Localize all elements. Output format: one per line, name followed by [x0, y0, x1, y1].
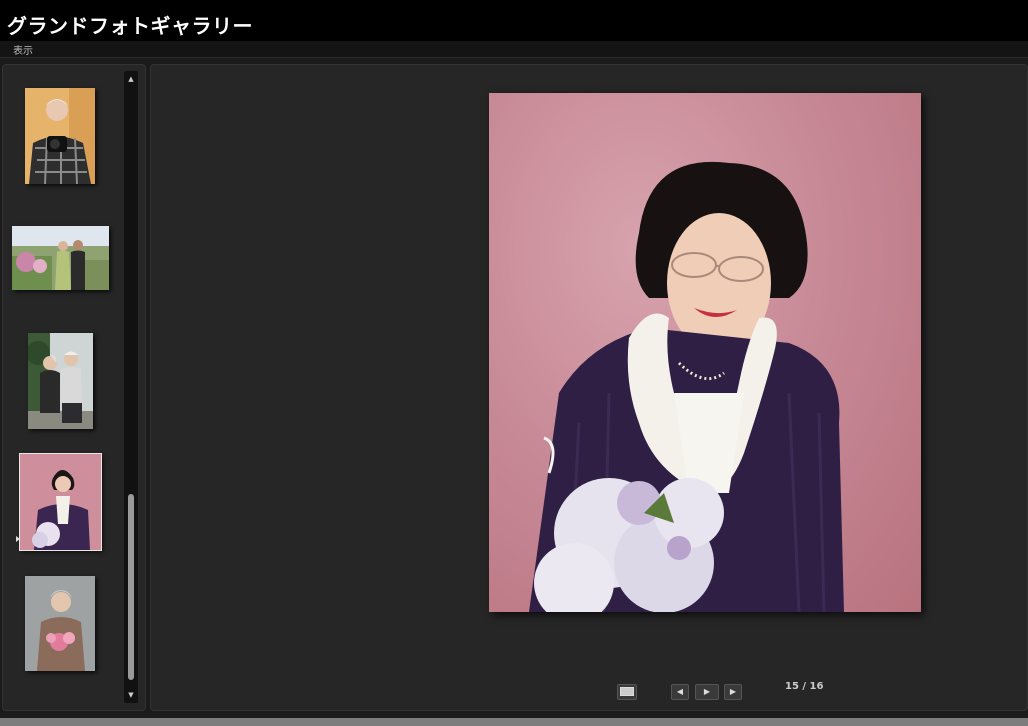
menu-item-view[interactable]: 表示	[13, 42, 33, 57]
scrollbar-thumb[interactable]	[128, 494, 134, 680]
next-icon: ▶	[729, 687, 737, 696]
thumbnail-4-selected[interactable]	[19, 453, 102, 551]
thumbnail-scrollbar[interactable]: ▲ ▼	[124, 71, 138, 703]
selection-marker-icon	[16, 536, 20, 542]
main-viewer: ◀ ▶ ▶ 15 / 16	[150, 64, 1028, 711]
main-photo	[489, 93, 921, 612]
fullscreen-icon	[620, 687, 634, 696]
prev-button[interactable]: ◀	[671, 684, 689, 700]
thumbnail-1[interactable]	[25, 88, 95, 185]
thumbnail-5[interactable]	[25, 576, 95, 671]
app-title: グランドフォトギャラリー	[7, 14, 253, 38]
title-bar: グランドフォトギャラリー	[0, 0, 1028, 41]
scroll-down-icon[interactable]: ▼	[125, 689, 137, 701]
scroll-up-icon[interactable]: ▲	[125, 73, 137, 85]
fullscreen-button[interactable]	[617, 684, 637, 700]
prev-icon: ◀	[676, 687, 684, 696]
next-button[interactable]: ▶	[724, 684, 742, 700]
thumbnail-3[interactable]	[26, 333, 93, 429]
bottom-bar	[0, 718, 1028, 726]
thumbnail-sidebar: ▲ ▼	[2, 64, 146, 711]
menu-bar: 表示	[0, 41, 1028, 58]
play-icon: ▶	[703, 687, 711, 696]
thumbnail-2[interactable]	[12, 226, 109, 290]
image-counter: 15 / 16	[785, 681, 824, 692]
play-button[interactable]: ▶	[695, 684, 719, 700]
